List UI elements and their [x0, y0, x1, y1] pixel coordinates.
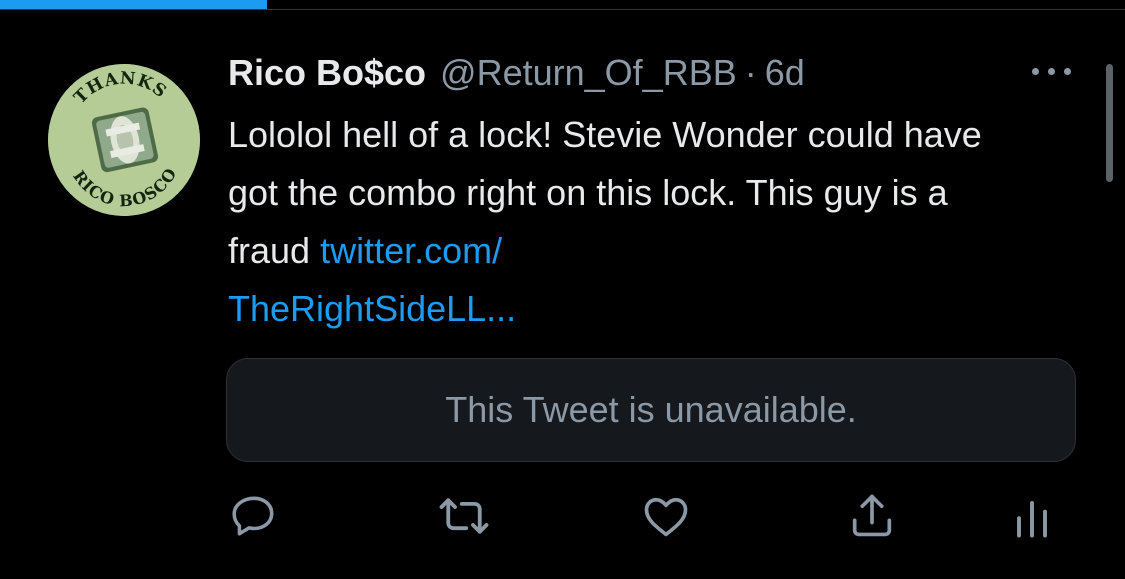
- reply-icon: [232, 496, 274, 536]
- analytics-button[interactable]: [1004, 488, 1060, 544]
- tweet-text: Lololol hell of a lock! Stevie Wonder co…: [228, 106, 1038, 338]
- tweet[interactable]: THANKS RICO BOSCO Rico Bo$co @Return_Of_…: [0, 12, 1125, 567]
- analytics-icon: [1017, 501, 1047, 538]
- timestamp[interactable]: 6d: [765, 48, 805, 98]
- retweet-button[interactable]: [436, 488, 492, 544]
- more-options-icon[interactable]: [1028, 64, 1074, 80]
- display-name[interactable]: Rico Bo$co: [228, 48, 426, 98]
- reply-button[interactable]: [226, 488, 282, 544]
- tweet-header: Rico Bo$co @Return_Of_RBB · 6d: [228, 48, 805, 98]
- avatar-image: THANKS RICO BOSCO: [48, 64, 200, 216]
- share-button[interactable]: [844, 488, 900, 544]
- like-icon: [644, 497, 688, 537]
- loading-progress-bar: [0, 0, 1125, 10]
- scrollbar[interactable]: [1106, 64, 1113, 182]
- loading-progress-fill: [0, 0, 267, 9]
- avatar[interactable]: THANKS RICO BOSCO: [48, 64, 200, 216]
- quoted-tweet-card[interactable]: This Tweet is unavailable.: [226, 358, 1076, 462]
- share-icon: [852, 494, 892, 537]
- like-button[interactable]: [638, 488, 694, 544]
- unavailable-message: This Tweet is unavailable.: [445, 389, 857, 430]
- separator-dot: ·: [744, 52, 757, 93]
- retweet-icon: [439, 498, 489, 534]
- user-handle[interactable]: @Return_Of_RBB: [440, 48, 737, 98]
- money-roll-icon: [91, 107, 159, 173]
